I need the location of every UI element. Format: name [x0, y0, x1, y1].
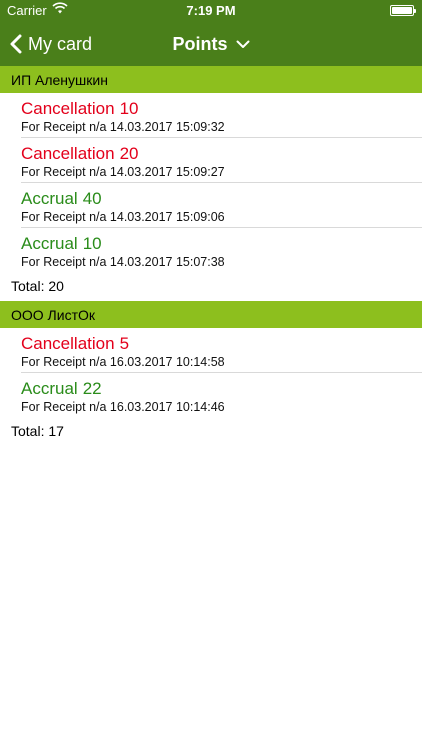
- receipt-detail: For Receipt n/a 16.03.2017 10:14:46: [21, 400, 225, 414]
- section-total: Total: 20: [11, 278, 64, 294]
- list-item[interactable]: Accrual 40 For Receipt n/a 14.03.2017 15:…: [0, 183, 422, 228]
- navigation-bar: Carrier 7:19 PM My card Points: [0, 0, 422, 66]
- operation-label: Cancellation 20: [21, 144, 139, 163]
- list-item[interactable]: Accrual 22 For Receipt n/a 16.03.2017 10:…: [0, 373, 422, 418]
- clock: 7:19 PM: [186, 3, 236, 18]
- status-bar: Carrier 7:19 PM: [0, 0, 422, 22]
- battery-icon: [390, 5, 416, 16]
- nav-header: My card Points: [0, 22, 422, 66]
- receipt-detail: For Receipt n/a 14.03.2017 15:09:27: [21, 165, 225, 179]
- receipt-detail: For Receipt n/a 14.03.2017 15:09:32: [21, 120, 225, 134]
- page-title: Points: [172, 33, 228, 54]
- operation-label: Accrual 10: [21, 234, 102, 253]
- chevron-left-icon: [10, 34, 22, 54]
- receipt-detail: For Receipt n/a 14.03.2017 15:07:38: [21, 255, 225, 269]
- receipt-detail: For Receipt n/a 16.03.2017 10:14:58: [21, 355, 225, 369]
- operation-label: Cancellation 10: [21, 99, 139, 118]
- list-item[interactable]: Cancellation 10 For Receipt n/a 14.03.201…: [0, 93, 422, 138]
- operation-label: Accrual 40: [21, 189, 102, 208]
- receipt-detail: For Receipt n/a 14.03.2017 15:09:06: [21, 210, 225, 224]
- back-button[interactable]: My card: [10, 22, 92, 66]
- section-total: Total: 17: [11, 423, 64, 439]
- list-item[interactable]: Cancellation 20 For Receipt n/a 14.03.201…: [0, 138, 422, 183]
- list-item[interactable]: Accrual 10 For Receipt n/a 14.03.2017 15:…: [0, 228, 422, 273]
- back-button-label: My card: [28, 33, 93, 54]
- section-header: ООО ЛистОк: [0, 301, 422, 328]
- points-list: ИП Аленушкин Cancellation 10 For Receipt …: [0, 66, 422, 446]
- section-header: ИП Аленушкин: [0, 66, 422, 93]
- chevron-down-icon: [236, 40, 249, 48]
- list-item[interactable]: Cancellation 5 For Receipt n/a 16.03.2017…: [0, 328, 422, 373]
- operation-label: Cancellation 5: [21, 334, 130, 353]
- operation-label: Accrual 22: [21, 379, 102, 398]
- points-title-dropdown[interactable]: Points: [172, 34, 249, 55]
